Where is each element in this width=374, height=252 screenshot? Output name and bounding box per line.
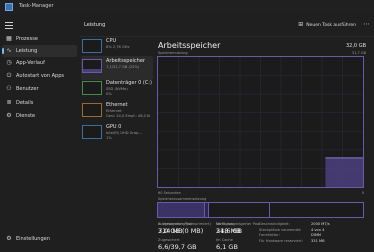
cpu-thumbnail-graph (82, 39, 102, 53)
task-manager-window: Task-Manager ▦ Prozesse ∿ Leistung ◷ App… (0, 0, 374, 251)
sidebar-item-label: Leistung (16, 48, 38, 54)
app-history-icon: ◷ (6, 59, 12, 66)
stat-value: 314 MB (158, 227, 183, 235)
stat-value: 6,1 GB (216, 243, 238, 251)
spec-label: Geschwindigkeit: (259, 222, 290, 226)
stat-value: 318 MB (216, 227, 241, 235)
device-memory[interactable]: Arbeitsspeicher 7,1/31,7 GB (22%) (81, 56, 153, 80)
window-title: Task-Manager (19, 3, 54, 9)
more-icon[interactable]: ⋯ (363, 20, 370, 28)
memory-thumbnail-graph (82, 59, 102, 73)
sidebar-item-processes[interactable]: ▦ Prozesse (2, 33, 77, 45)
device-disk[interactable]: Datenträger 0 (C:) SSD (NVMe) 0% (81, 78, 153, 102)
users-icon: ⚇ (6, 85, 12, 92)
services-icon: ⚙ (6, 112, 12, 119)
memory-usage-area (325, 157, 363, 187)
stat-value: 6,6/39,7 GB (158, 243, 197, 251)
device-name: Datenträger 0 (C:) (106, 80, 152, 86)
hamburger-menu-icon[interactable] (5, 21, 13, 29)
memory-detail-panel: Arbeitsspeicher 32,0 GB Speichernutzung … (155, 36, 374, 251)
new-task-icon: ⊞ (298, 21, 304, 28)
spec-value: 331 MB (311, 238, 325, 243)
page-title: Leistung (84, 22, 106, 28)
gpu-thumbnail-graph (82, 125, 102, 139)
ethernet-thumbnail-graph (82, 103, 102, 117)
sidebar-item-label: Details (16, 100, 34, 106)
sidebar-item-label: Autostart von Apps (16, 73, 64, 79)
stat-paged-pool: Ausgelagerter Pool 314 MB (158, 222, 192, 236)
spec-hardware-reserved: Für Hardware reserviert: 331 MB (259, 239, 359, 245)
performance-icon: ∿ (6, 47, 12, 54)
memory-total: 32,0 GB (345, 43, 366, 49)
device-ethernet[interactable]: Ethernet Ethernet Gesi: 24,0 Empf.: 48,0… (81, 100, 153, 124)
sidebar-item-startup-apps[interactable]: ⏻ Autostart von Apps (2, 70, 77, 82)
run-new-task-label: Neuen Task ausführen (306, 23, 356, 28)
sidebar-item-label: App-Verlauf (16, 60, 45, 66)
disk-thumbnail-graph (82, 81, 102, 95)
device-usage: Gesi: 24,0 Empf.: 48,0 Kl (106, 114, 151, 118)
device-name: CPU (106, 38, 117, 44)
stat-nonpaged-pool: Nicht ausgelagerter Pool 318 MB (216, 222, 260, 236)
sidebar-item-services[interactable]: ⚙ Dienste (2, 110, 77, 122)
sidebar-item-users[interactable]: ⚇ Benutzer (2, 83, 77, 95)
performance-device-list: CPU 8% 2,76 GHz Arbeitsspeicher 7,1/31,7… (79, 36, 153, 250)
detail-title: Arbeitsspeicher (158, 41, 221, 50)
device-gpu[interactable]: GPU 0 Intel(R) UHD Grap... 1% (81, 122, 153, 146)
startup-apps-icon: ⏻ (6, 72, 12, 79)
task-manager-app-icon (5, 3, 13, 11)
device-name: Arbeitsspeicher (106, 58, 145, 64)
sidebar-item-label: Benutzer (16, 86, 39, 92)
sidebar-item-label: Einstellungen (16, 236, 50, 242)
device-name: Ethernet (106, 102, 128, 108)
details-icon: ≣ (6, 99, 12, 106)
memory-usage-graph (157, 56, 364, 188)
gear-icon: ⚙ (6, 235, 12, 242)
sidebar-item-details[interactable]: ≣ Details (2, 97, 77, 109)
title-bar: Task-Manager (0, 0, 374, 14)
memory-thumbnail-fill (83, 69, 101, 72)
device-detail: 8% 2,76 GHz (106, 45, 130, 49)
sidebar-item-performance[interactable]: ∿ Leistung (2, 45, 77, 57)
active-indicator (2, 48, 4, 54)
process-list-icon: ▦ (6, 35, 12, 42)
graph-x-left-label: 60 Sekunden (158, 191, 181, 195)
memory-composition-bar (157, 202, 364, 218)
device-detail: 7,1/31,7 GB (22%) (106, 65, 140, 69)
spec-label: Steckplätze verwendet: (259, 227, 302, 232)
spec-label: Formfaktor: (259, 233, 280, 237)
device-usage: 0% (106, 92, 112, 96)
device-name: GPU 0 (106, 124, 122, 130)
composition-in-use-segment (158, 203, 205, 217)
sidebar-item-label: Dienste (16, 113, 36, 119)
sidebar-item-settings[interactable]: ⚙ Einstellungen (2, 233, 77, 245)
run-new-task-button[interactable]: ⊞ Neuen Task ausführen (297, 21, 356, 29)
device-usage: 1% (106, 136, 112, 140)
sidebar: ▦ Prozesse ∿ Leistung ◷ App-Verlauf ⏻ Au… (0, 14, 79, 250)
sidebar-item-label: Prozesse (16, 36, 38, 42)
sidebar-item-app-history[interactable]: ◷ App-Verlauf (2, 57, 77, 69)
graph-x-right-label: 0 (361, 191, 364, 195)
page-header: Leistung ⊞ Neuen Task ausführen ⋯ (79, 14, 374, 37)
spec-label: Für Hardware reserviert: (259, 238, 303, 243)
composition-standby-segment (209, 203, 270, 217)
